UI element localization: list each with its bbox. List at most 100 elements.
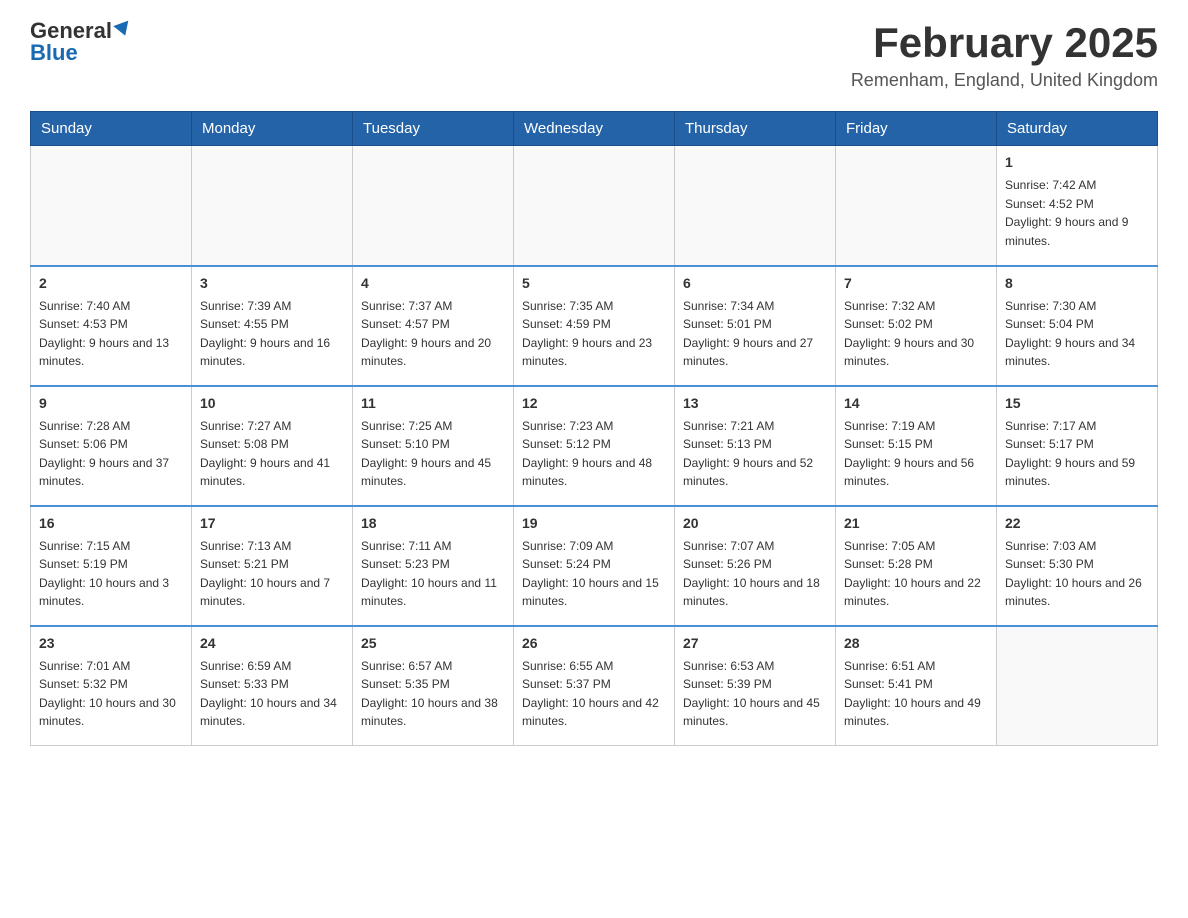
day-number: 26 bbox=[522, 633, 666, 654]
day-info: Sunrise: 7:32 AMSunset: 5:02 PMDaylight:… bbox=[844, 297, 988, 371]
calendar-cell: 23 Sunrise: 7:01 AMSunset: 5:32 PMDayligh… bbox=[31, 626, 192, 746]
day-info: Sunrise: 7:07 AMSunset: 5:26 PMDaylight:… bbox=[683, 537, 827, 611]
day-info: Sunrise: 6:59 AMSunset: 5:33 PMDaylight:… bbox=[200, 657, 344, 731]
calendar-cell bbox=[514, 146, 675, 266]
day-info: Sunrise: 7:11 AMSunset: 5:23 PMDaylight:… bbox=[361, 537, 505, 611]
day-number: 4 bbox=[361, 273, 505, 294]
calendar-header-row: SundayMondayTuesdayWednesdayThursdayFrid… bbox=[31, 112, 1158, 146]
calendar-weekday-monday: Monday bbox=[192, 112, 353, 146]
calendar-cell: 17Sunrise: 7:13 AMSunset: 5:21 PMDayligh… bbox=[192, 506, 353, 626]
logo-text-general: General bbox=[30, 20, 112, 42]
logo-triangle-icon bbox=[113, 20, 132, 38]
calendar-weekday-tuesday: Tuesday bbox=[353, 112, 514, 146]
day-info: Sunrise: 7:39 AMSunset: 4:55 PMDaylight:… bbox=[200, 297, 344, 371]
calendar-week-2: 2Sunrise: 7:40 AMSunset: 4:53 PMDaylight… bbox=[31, 266, 1158, 386]
day-number: 15 bbox=[1005, 393, 1149, 414]
day-info: Sunrise: 6:53 AMSunset: 5:39 PMDaylight:… bbox=[683, 657, 827, 731]
day-number: 7 bbox=[844, 273, 988, 294]
calendar-cell: 9Sunrise: 7:28 AMSunset: 5:06 PMDaylight… bbox=[31, 386, 192, 506]
calendar-cell: 5 Sunrise: 7:35 AMSunset: 4:59 PMDaylight… bbox=[514, 266, 675, 386]
day-info: Sunrise: 7:01 AMSunset: 5:32 PMDaylight:… bbox=[39, 657, 183, 731]
day-number: 2 bbox=[39, 273, 183, 294]
calendar-cell: 1 Sunrise: 7:42 AMSunset: 4:52 PMDaylight… bbox=[997, 146, 1158, 266]
day-number: 22 bbox=[1005, 513, 1149, 534]
calendar-cell: 21 Sunrise: 7:05 AMSunset: 5:28 PMDayligh… bbox=[836, 506, 997, 626]
calendar-cell bbox=[836, 146, 997, 266]
logo: General Blue bbox=[30, 20, 131, 64]
day-info: Sunrise: 7:42 AMSunset: 4:52 PMDaylight:… bbox=[1005, 176, 1149, 250]
day-number: 9 bbox=[39, 393, 183, 414]
calendar-cell: 19 Sunrise: 7:09 AMSunset: 5:24 PMDayligh… bbox=[514, 506, 675, 626]
day-info: Sunrise: 7:37 AMSunset: 4:57 PMDaylight:… bbox=[361, 297, 505, 371]
day-info: Sunrise: 7:03 AMSunset: 5:30 PMDaylight:… bbox=[1005, 537, 1149, 611]
day-info: Sunrise: 7:25 AMSunset: 5:10 PMDaylight:… bbox=[361, 417, 505, 491]
day-number: 28 bbox=[844, 633, 988, 654]
day-info: Sunrise: 7:21 AMSunset: 5:13 PMDaylight:… bbox=[683, 417, 827, 491]
calendar-cell: 20 Sunrise: 7:07 AMSunset: 5:26 PMDayligh… bbox=[675, 506, 836, 626]
day-info: Sunrise: 6:55 AMSunset: 5:37 PMDaylight:… bbox=[522, 657, 666, 731]
calendar-cell: 7 Sunrise: 7:32 AMSunset: 5:02 PMDaylight… bbox=[836, 266, 997, 386]
day-number: 24 bbox=[200, 633, 344, 654]
calendar-cell: 12 Sunrise: 7:23 AMSunset: 5:12 PMDayligh… bbox=[514, 386, 675, 506]
title-block: February 2025 Remenham, England, United … bbox=[851, 20, 1158, 91]
calendar-cell: 14 Sunrise: 7:19 AMSunset: 5:15 PMDayligh… bbox=[836, 386, 997, 506]
calendar-cell: 8Sunrise: 7:30 AMSunset: 5:04 PMDaylight… bbox=[997, 266, 1158, 386]
calendar-cell: 3 Sunrise: 7:39 AMSunset: 4:55 PMDaylight… bbox=[192, 266, 353, 386]
day-number: 18 bbox=[361, 513, 505, 534]
calendar-cell: 18 Sunrise: 7:11 AMSunset: 5:23 PMDayligh… bbox=[353, 506, 514, 626]
day-number: 27 bbox=[683, 633, 827, 654]
calendar-weekday-sunday: Sunday bbox=[31, 112, 192, 146]
calendar-week-5: 23 Sunrise: 7:01 AMSunset: 5:32 PMDayligh… bbox=[31, 626, 1158, 746]
calendar-cell bbox=[31, 146, 192, 266]
day-number: 12 bbox=[522, 393, 666, 414]
day-number: 17 bbox=[200, 513, 344, 534]
day-number: 16 bbox=[39, 513, 183, 534]
calendar-weekday-friday: Friday bbox=[836, 112, 997, 146]
calendar-cell: 4 Sunrise: 7:37 AMSunset: 4:57 PMDaylight… bbox=[353, 266, 514, 386]
calendar-cell bbox=[997, 626, 1158, 746]
day-info: Sunrise: 6:51 AMSunset: 5:41 PMDaylight:… bbox=[844, 657, 988, 731]
calendar-weekday-wednesday: Wednesday bbox=[514, 112, 675, 146]
calendar-cell: 24 Sunrise: 6:59 AMSunset: 5:33 PMDayligh… bbox=[192, 626, 353, 746]
day-number: 6 bbox=[683, 273, 827, 294]
calendar-cell: 15 Sunrise: 7:17 AMSunset: 5:17 PMDayligh… bbox=[997, 386, 1158, 506]
calendar-week-1: 1 Sunrise: 7:42 AMSunset: 4:52 PMDaylight… bbox=[31, 146, 1158, 266]
calendar-cell bbox=[192, 146, 353, 266]
calendar-week-4: 16Sunrise: 7:15 AMSunset: 5:19 PMDayligh… bbox=[31, 506, 1158, 626]
calendar-cell: 22 Sunrise: 7:03 AMSunset: 5:30 PMDayligh… bbox=[997, 506, 1158, 626]
month-title: February 2025 bbox=[851, 20, 1158, 66]
calendar-cell: 13Sunrise: 7:21 AMSunset: 5:13 PMDayligh… bbox=[675, 386, 836, 506]
day-info: Sunrise: 7:17 AMSunset: 5:17 PMDaylight:… bbox=[1005, 417, 1149, 491]
day-number: 1 bbox=[1005, 152, 1149, 173]
day-info: Sunrise: 7:23 AMSunset: 5:12 PMDaylight:… bbox=[522, 417, 666, 491]
day-number: 21 bbox=[844, 513, 988, 534]
day-number: 3 bbox=[200, 273, 344, 294]
day-info: Sunrise: 7:09 AMSunset: 5:24 PMDaylight:… bbox=[522, 537, 666, 611]
day-number: 23 bbox=[39, 633, 183, 654]
calendar-cell: 26 Sunrise: 6:55 AMSunset: 5:37 PMDayligh… bbox=[514, 626, 675, 746]
calendar-cell: 2Sunrise: 7:40 AMSunset: 4:53 PMDaylight… bbox=[31, 266, 192, 386]
calendar-cell bbox=[353, 146, 514, 266]
calendar-table: SundayMondayTuesdayWednesdayThursdayFrid… bbox=[30, 111, 1158, 746]
calendar-cell: 16Sunrise: 7:15 AMSunset: 5:19 PMDayligh… bbox=[31, 506, 192, 626]
day-number: 14 bbox=[844, 393, 988, 414]
location-title: Remenham, England, United Kingdom bbox=[851, 70, 1158, 91]
day-number: 11 bbox=[361, 393, 505, 414]
day-number: 20 bbox=[683, 513, 827, 534]
day-number: 25 bbox=[361, 633, 505, 654]
day-number: 10 bbox=[200, 393, 344, 414]
day-info: Sunrise: 7:30 AMSunset: 5:04 PMDaylight:… bbox=[1005, 297, 1149, 371]
page-header: General Blue February 2025 Remenham, Eng… bbox=[30, 20, 1158, 91]
day-info: Sunrise: 7:05 AMSunset: 5:28 PMDaylight:… bbox=[844, 537, 988, 611]
day-info: Sunrise: 6:57 AMSunset: 5:35 PMDaylight:… bbox=[361, 657, 505, 731]
day-info: Sunrise: 7:27 AMSunset: 5:08 PMDaylight:… bbox=[200, 417, 344, 491]
day-info: Sunrise: 7:34 AMSunset: 5:01 PMDaylight:… bbox=[683, 297, 827, 371]
calendar-cell: 6 Sunrise: 7:34 AMSunset: 5:01 PMDaylight… bbox=[675, 266, 836, 386]
calendar-weekday-saturday: Saturday bbox=[997, 112, 1158, 146]
calendar-cell: 25 Sunrise: 6:57 AMSunset: 5:35 PMDayligh… bbox=[353, 626, 514, 746]
day-number: 5 bbox=[522, 273, 666, 294]
day-info: Sunrise: 7:19 AMSunset: 5:15 PMDaylight:… bbox=[844, 417, 988, 491]
day-number: 19 bbox=[522, 513, 666, 534]
day-info: Sunrise: 7:35 AMSunset: 4:59 PMDaylight:… bbox=[522, 297, 666, 371]
calendar-cell: 11 Sunrise: 7:25 AMSunset: 5:10 PMDayligh… bbox=[353, 386, 514, 506]
